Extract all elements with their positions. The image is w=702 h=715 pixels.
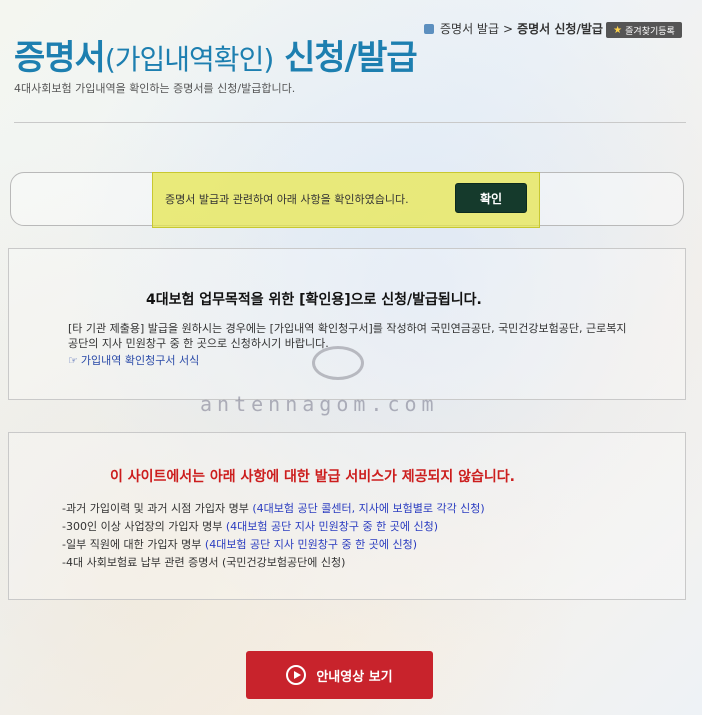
list-item: -과거 가입이력 및 과거 시점 가입자 명부 (4대보험 공단 콜센터, 지사… — [62, 500, 485, 518]
divider — [14, 122, 686, 123]
play-icon — [286, 665, 307, 685]
add-favorite-label: 즐겨찾기등록 — [625, 26, 675, 37]
unavailable-list: -과거 가입이력 및 과거 시점 가입자 명부 (4대보험 공단 콜센터, 지사… — [62, 500, 485, 572]
list-item-text: -4대 사회보험료 납부 관련 증명서 (국민건강보험공단에 신청) — [62, 556, 346, 569]
request-form-link-label[interactable]: 가입내역 확인청구서 서식 — [81, 352, 199, 368]
breadcrumb-item[interactable]: 증명서 발급 — [440, 20, 499, 37]
request-form-link[interactable]: ☞ 가입내역 확인청구서 서식 — [68, 352, 199, 368]
pointing-hand-icon: ☞ — [68, 353, 78, 367]
list-item-note: (4대보험 공단 지사 민원창구 중 한 곳에 신청) — [204, 538, 418, 551]
guide-video-label: 안내영상 보기 — [316, 669, 393, 685]
page-title-main: 증명서 — [14, 38, 106, 78]
list-item-text: -과거 가입이력 및 과거 시점 가입자 명부 — [62, 502, 253, 515]
notice-heading: 4대보험 업무목적을 위한 [확인용]으로 신청/발급됩니다. — [146, 292, 482, 308]
list-item: -300인 이상 사업장의 가입자 명부 (4대보험 공단 지사 민원창구 중 … — [62, 518, 485, 536]
breadcrumb-current: 증명서 신청/발급 — [517, 22, 603, 36]
list-item: -일부 직원에 대한 가입자 명부 (4대보험 공단 지사 민원창구 중 한 곳… — [62, 536, 485, 554]
list-item-text: -일부 직원에 대한 가입자 명부 — [62, 538, 205, 551]
page-title-paren: (가입내역확인) — [104, 43, 274, 76]
home-icon[interactable] — [424, 23, 434, 34]
confirm-button[interactable]: 확인 — [455, 183, 527, 213]
page-title-rest: 신청/발급 — [273, 38, 418, 78]
breadcrumb-separator: > — [503, 21, 514, 36]
page-title: 증명서(가입내역확인) 신청/발급 — [14, 30, 418, 79]
list-item-text: -300인 이상 사업장의 가입자 명부 — [62, 520, 226, 533]
watermark-text: antennagom.com — [200, 392, 439, 416]
watermark-logo — [312, 346, 364, 380]
breadcrumb: 증명서 발급 > 증명서 신청/발급 — [424, 20, 603, 37]
unavailable-heading: 이 사이트에서는 아래 사항에 대한 발급 서비스가 제공되지 않습니다. — [110, 469, 515, 485]
page-subtitle: 4대사회보험 가입내역을 확인하는 증명서를 신청/발급합니다. — [14, 82, 296, 95]
add-favorite-button[interactable]: ★ 즐겨찾기등록 — [606, 22, 682, 38]
list-item: -4대 사회보험료 납부 관련 증명서 (국민건강보험공단에 신청) — [62, 554, 485, 572]
star-icon: ★ — [613, 24, 623, 36]
list-item-note: (4대보험 공단 지사 민원창구 중 한 곳에 신청) — [225, 520, 438, 533]
guide-video-button[interactable]: 안내영상 보기 — [246, 651, 433, 699]
list-item-note: (4대보험 공단 콜센터, 지사에 보험별로 각각 신청) — [252, 502, 485, 515]
confirm-text: 증명서 발급과 관련하여 아래 사항을 확인하였습니다. — [165, 193, 409, 206]
